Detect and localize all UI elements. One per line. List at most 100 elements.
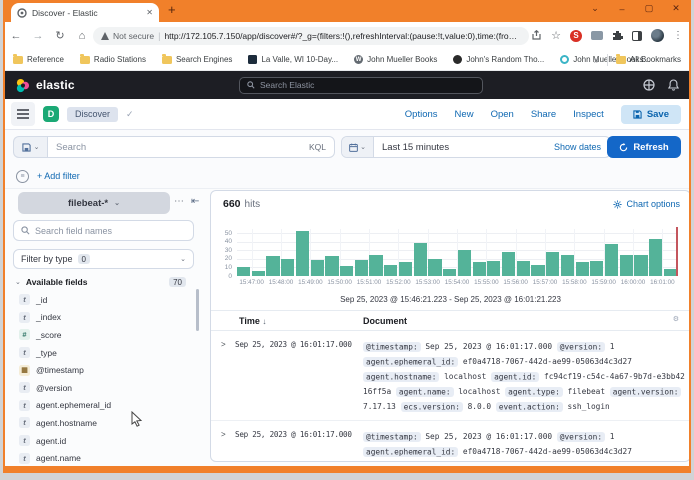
bookmark-star-icon[interactable]: ☆ <box>551 29 561 42</box>
y-axis-tick: 10 <box>211 264 232 271</box>
doc-field-name: agent.ephemeral_id: <box>363 357 458 367</box>
field-item[interactable]: t_id <box>19 291 189 309</box>
table-row[interactable]: >Sep 25, 2023 @ 16:01:17.000@timestamp: … <box>211 421 689 462</box>
toolbar-action-inspect[interactable]: Inspect <box>573 109 604 120</box>
profile-avatar[interactable] <box>651 29 664 42</box>
date-quick-select-button[interactable]: ⌄ <box>342 137 374 157</box>
side-panel-icon[interactable] <box>632 31 642 41</box>
add-filter-link[interactable]: + Add filter <box>37 171 80 181</box>
bookmark-item[interactable]: Search Engines <box>162 55 232 64</box>
extensions-puzzle-icon[interactable] <box>612 30 623 41</box>
doc-field-name: @timestamp: <box>363 432 421 442</box>
not-secure-warning-icon <box>101 32 109 40</box>
global-search-input[interactable]: Search Elastic <box>239 77 483 94</box>
toolbar-action-new[interactable]: New <box>455 109 474 120</box>
bookmark-item[interactable]: Radio Stations <box>80 55 146 64</box>
bookmark-item[interactable]: La Valle, WI 10-Day... <box>248 55 338 64</box>
url-text[interactable]: http://172.105.7.150/app/discover#/?_g=(… <box>164 31 521 41</box>
browser-menu-icon[interactable]: ⋮ <box>673 30 683 41</box>
extension-s-icon[interactable]: S <box>570 30 582 42</box>
bookmark-item[interactable]: Reference <box>13 55 64 64</box>
field-item[interactable]: tagent.name <box>19 449 189 466</box>
kql-search-input[interactable]: Search KQL <box>47 136 335 158</box>
x-axis-tick: 15:53:00 <box>415 279 440 286</box>
bookmark-label: Radio Stations <box>94 55 146 64</box>
window-maximize-icon[interactable]: ▢ <box>644 3 654 14</box>
expand-row-icon[interactable]: > <box>221 430 226 439</box>
histogram[interactable] <box>237 229 677 276</box>
saved-query-menu-button[interactable]: ⌄ <box>13 136 47 158</box>
help-icon[interactable] <box>643 79 655 91</box>
table-settings-icon[interactable]: ⚙ <box>673 315 679 323</box>
new-tab-button[interactable]: + <box>168 2 176 17</box>
show-dates-link[interactable]: Show dates <box>554 142 610 152</box>
x-axis-tick: 15:52:00 <box>386 279 411 286</box>
discover-content: filebeat-* ⌄ ⋯ ⇤ Search field names Filt… <box>5 189 689 466</box>
histogram-bar <box>649 239 662 276</box>
field-item[interactable]: tagent.id <box>19 432 189 450</box>
browser-tab[interactable]: Discover - Elastic ✕ <box>11 3 159 22</box>
histogram-bar <box>473 262 486 276</box>
x-axis-tick: 15:48:00 <box>269 279 294 286</box>
field-type-text-icon: t <box>19 400 30 411</box>
gear-icon <box>613 200 622 209</box>
collapse-sidebar-icon[interactable]: ⇤ <box>191 196 199 207</box>
refresh-button[interactable]: Refresh <box>607 136 681 158</box>
field-type-number-icon: # <box>19 329 30 340</box>
toolbar-action-open[interactable]: Open <box>491 109 514 120</box>
query-language-label[interactable]: KQL <box>309 142 326 152</box>
sidebar-scrollbar[interactable] <box>196 289 199 331</box>
table-row[interactable]: >Sep 25, 2023 @ 16:01:17.000@timestamp: … <box>211 331 689 421</box>
chart-options-button[interactable]: Chart options <box>613 199 680 209</box>
available-fields-label: Available fields <box>26 277 88 287</box>
field-item[interactable]: ▦@timestamp <box>19 361 189 379</box>
window-menu-icon[interactable]: ⌄ <box>590 3 600 14</box>
elastic-brand-text: elastic <box>36 78 75 92</box>
field-item[interactable]: tagent.ephemeral_id <box>19 397 189 415</box>
filter-by-type-select[interactable]: Filter by type 0 ⌄ <box>13 249 194 269</box>
bookmark-item[interactable]: WJohn Mueller Books <box>354 55 437 64</box>
save-button[interactable]: Save <box>621 105 681 124</box>
window-close-icon[interactable]: ✕ <box>671 3 681 14</box>
window-minimize-icon[interactable]: – <box>617 4 627 14</box>
breadcrumb-discover[interactable]: Discover <box>67 107 118 122</box>
home-icon[interactable]: ⌂ <box>71 30 93 42</box>
field-item[interactable]: t@version <box>19 379 189 397</box>
column-header-time[interactable]: Time ↓ <box>239 316 266 326</box>
y-axis-tick: 20 <box>211 255 232 262</box>
histogram-bar <box>369 255 382 276</box>
all-bookmarks-button[interactable]: All Bookmarks <box>616 55 681 64</box>
space-badge[interactable]: D <box>43 106 59 122</box>
histogram-bar <box>576 262 589 276</box>
available-fields-header[interactable]: ⌄ Available fields 70 <box>15 277 186 287</box>
toolbar-action-options[interactable]: Options <box>405 109 438 120</box>
index-options-icon[interactable]: ⋯ <box>174 196 184 207</box>
not-secure-label[interactable]: Not secure <box>113 31 154 41</box>
bookmarks-overflow-icon[interactable]: » <box>594 55 599 65</box>
bookmark-item[interactable]: John's Random Tho... <box>453 55 544 64</box>
nav-menu-button[interactable] <box>11 102 35 126</box>
expand-row-icon[interactable]: > <box>221 340 226 349</box>
back-icon[interactable]: ← <box>5 30 27 42</box>
folder-icon <box>13 56 23 64</box>
reload-icon[interactable]: ↻ <box>49 29 71 42</box>
tab-close-icon[interactable]: ✕ <box>146 8 153 17</box>
field-item[interactable]: t_index <box>19 309 189 327</box>
forward-icon[interactable]: → <box>27 30 49 42</box>
hamburger-icon <box>17 109 29 119</box>
share-icon[interactable] <box>531 30 542 41</box>
filter-menu-icon[interactable]: ≡ <box>16 170 29 183</box>
toolbar-action-share[interactable]: Share <box>531 109 556 120</box>
field-search-input[interactable]: Search field names <box>13 220 194 241</box>
address-bar[interactable]: Not secure | http://172.105.7.150/app/di… <box>93 27 529 45</box>
extension-screen-icon[interactable] <box>591 31 603 40</box>
elastic-logo[interactable]: elastic <box>5 78 75 93</box>
notifications-bell-icon[interactable] <box>668 79 679 91</box>
field-item[interactable]: t_type <box>19 344 189 362</box>
field-item[interactable]: tagent.hostname <box>19 414 189 432</box>
time-range-value[interactable]: Last 15 minutes <box>374 142 554 153</box>
column-header-document[interactable]: Document <box>363 316 407 326</box>
index-pattern-selector[interactable]: filebeat-* ⌄ <box>18 192 170 214</box>
field-item[interactable]: # _score <box>19 326 189 344</box>
field-name: _score <box>36 330 62 340</box>
